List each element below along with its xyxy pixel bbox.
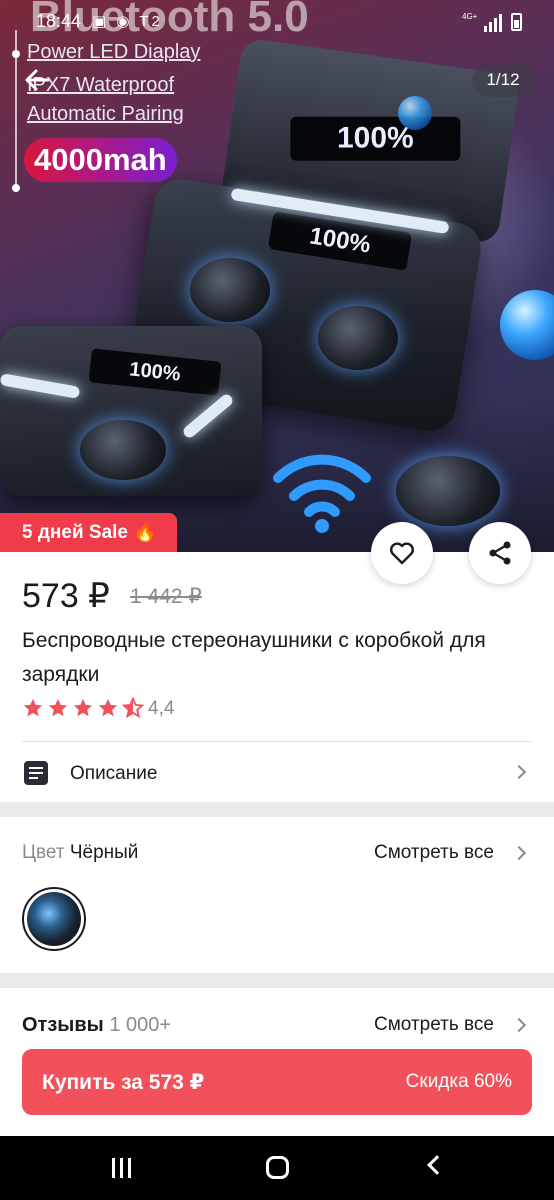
- promo-bullet-dot: [12, 184, 20, 192]
- decorative-orb-small: [398, 96, 432, 130]
- buy-button-label: Купить за 573 ₽: [42, 1071, 205, 1094]
- color-label: Цвет Чёрный: [22, 842, 138, 864]
- share-button[interactable]: [469, 522, 531, 584]
- star-full-icon: [73, 698, 93, 717]
- nav-back-icon[interactable]: [427, 1155, 447, 1175]
- status-time: 18:44: [36, 11, 82, 31]
- product-title: Беспроводные стереонаушники с коробкой д…: [22, 629, 486, 686]
- description-row[interactable]: Описание: [0, 742, 554, 802]
- earbud-floating: [396, 456, 500, 526]
- nav-recents-icon[interactable]: [112, 1158, 134, 1178]
- system-navigation-bar: [0, 1136, 554, 1200]
- signal-icon: [484, 26, 487, 32]
- buy-button[interactable]: Купить за 573 ₽ Скидка 60%: [22, 1049, 532, 1115]
- star-full-icon: [98, 698, 118, 717]
- color-label-text: Цвет: [22, 842, 65, 863]
- rating-value: 4,4: [148, 698, 175, 719]
- product-screen: 100% 100% 100% Bluetooth 5.0 Power LED D…: [0, 0, 554, 1200]
- star-full-icon: [23, 698, 43, 717]
- star-full-icon: [48, 698, 68, 717]
- share-icon: [489, 541, 511, 565]
- status-right-icons: 4G+: [462, 12, 522, 32]
- image-counter: 1/12: [472, 63, 534, 97]
- rating-stars[interactable]: [22, 697, 147, 721]
- earbud-small-case: [80, 420, 166, 480]
- promo-bullet-dot: [12, 50, 20, 58]
- decorative-orb: [500, 290, 554, 360]
- color-swatch-image: [27, 892, 81, 946]
- earbud-left: [190, 258, 270, 322]
- nav-home-icon[interactable]: [266, 1156, 289, 1179]
- notification-icons: ▣ ◉ T2: [92, 13, 163, 30]
- description-label: Описание: [70, 763, 158, 784]
- earbud-right: [318, 306, 398, 370]
- star-half-icon: [122, 697, 144, 719]
- network-type-label: 4G+: [462, 12, 478, 21]
- promo-capacity-badge: 4000mah: [24, 138, 177, 182]
- reviews-count: 1 000+: [109, 1014, 172, 1036]
- chevron-right-icon: [511, 764, 527, 780]
- favorite-button[interactable]: [371, 522, 433, 584]
- current-price: 573 ₽: [22, 577, 110, 615]
- wifi-icon: [273, 454, 371, 533]
- old-price: 1 442 ₽: [130, 585, 202, 608]
- status-bar: 18:44 ▣ ◉ T2 4G+: [0, 0, 554, 42]
- discount-label: Скидка 60%: [405, 1071, 512, 1092]
- back-arrow-icon[interactable]: [18, 60, 58, 100]
- heart-icon: [390, 542, 414, 565]
- lid-display: 100%: [290, 116, 461, 161]
- color-card: [0, 817, 554, 973]
- sale-badge: 5 дней Sale 🔥: [0, 513, 177, 552]
- reviews-label: Отзывы: [22, 1014, 104, 1036]
- promo-line-3: Automatic Pairing: [27, 103, 184, 125]
- reviews-heading: Отзывы 1 000+: [22, 1014, 171, 1037]
- description-icon: [24, 761, 48, 785]
- color-swatch-black[interactable]: [22, 887, 86, 951]
- color-see-all-link[interactable]: Смотреть все: [374, 842, 494, 864]
- reviews-see-all-link[interactable]: Смотреть все: [374, 1014, 494, 1036]
- battery-icon: [511, 13, 522, 31]
- color-value: Чёрный: [69, 842, 139, 863]
- product-image-gallery[interactable]: 100% 100% 100% Bluetooth 5.0 Power LED D…: [0, 0, 554, 552]
